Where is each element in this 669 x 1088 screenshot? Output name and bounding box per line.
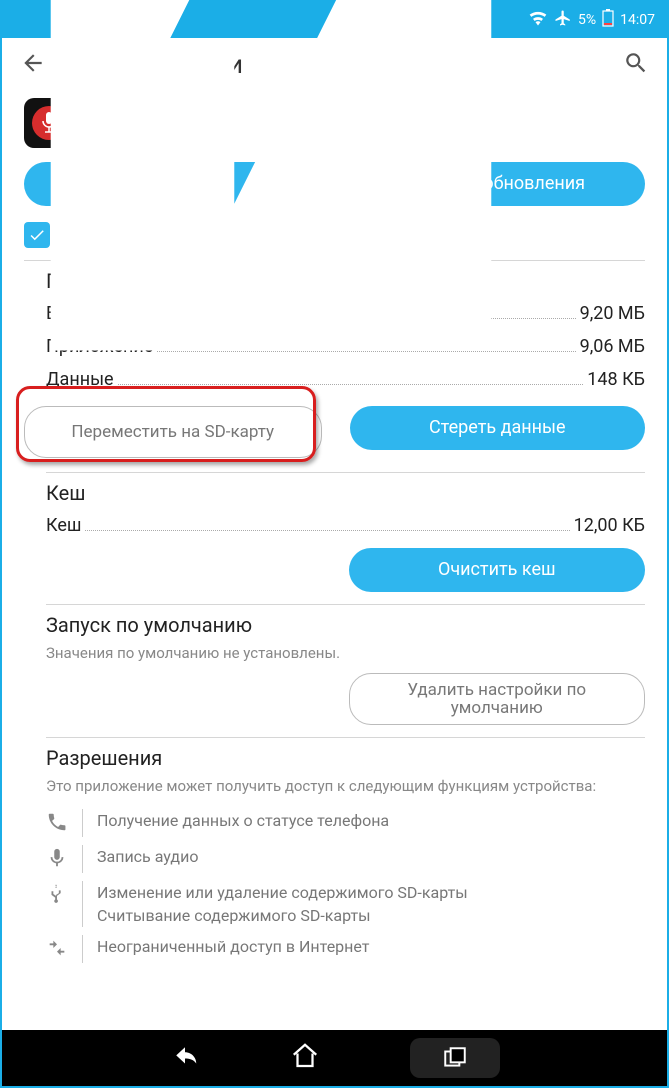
- move-to-sd-button[interactable]: Переместить на SD-карту: [24, 406, 322, 458]
- cache-title: Кеш: [2, 473, 667, 509]
- usb-icon: [46, 883, 68, 909]
- airplane-icon: [554, 9, 572, 31]
- battery-pct: 5%: [578, 12, 596, 28]
- nav-back-icon[interactable]: [170, 1041, 200, 1075]
- permissions-title: Разрешения: [2, 738, 667, 774]
- clear-data-button[interactable]: Стереть данные: [350, 406, 646, 450]
- defaults-title: Запуск по умолчанию: [2, 605, 667, 641]
- storage-data-value: 148 КБ: [587, 369, 645, 390]
- storage-app-value: 9,06 МБ: [580, 336, 645, 357]
- nav-bar: [2, 1030, 667, 1086]
- network-icon: [46, 937, 68, 963]
- search-icon[interactable]: [623, 50, 649, 80]
- cache-value: 12,00 КБ: [574, 515, 645, 536]
- storage-total-value: 9,20 МБ: [580, 303, 645, 324]
- permission-row: Запись аудио: [2, 841, 667, 877]
- permissions-sub: Это приложение может получить доступ к с…: [2, 774, 667, 804]
- clear-defaults-button[interactable]: Удалить настройки по умолчанию: [349, 673, 646, 725]
- nav-home-icon[interactable]: [290, 1041, 320, 1075]
- permission-label: Получение данных о статусе телефона: [97, 809, 389, 832]
- defaults-sub: Значения по умолчанию не установлены.: [2, 641, 667, 671]
- cache-row: Кеш 12,00 КБ: [2, 509, 667, 542]
- permission-row: Неограниченный доступ в Интернет: [2, 931, 667, 967]
- nav-recent-icon[interactable]: [410, 1038, 500, 1078]
- permission-row: Изменение или удаление содержимого SD-ка…: [2, 877, 667, 931]
- permission-label: Неограниченный доступ в Интернет: [97, 935, 369, 958]
- battery-icon: [602, 9, 614, 31]
- mic-icon: [46, 847, 68, 873]
- wifi-icon: [528, 10, 548, 30]
- clock-time: 14:07: [620, 12, 655, 28]
- cache-label: Кеш: [46, 515, 81, 536]
- phone-icon: [46, 811, 68, 837]
- permission-label: Изменение или удаление содержимого SD-ка…: [97, 881, 468, 927]
- permission-row: Получение данных о статусе телефона: [2, 805, 667, 841]
- status-bar: 5% 14:07: [2, 2, 667, 38]
- permission-label: Запись аудио: [97, 845, 198, 868]
- battery-charging-icon: [14, 0, 528, 387]
- clear-cache-button[interactable]: Очистить кеш: [349, 548, 646, 592]
